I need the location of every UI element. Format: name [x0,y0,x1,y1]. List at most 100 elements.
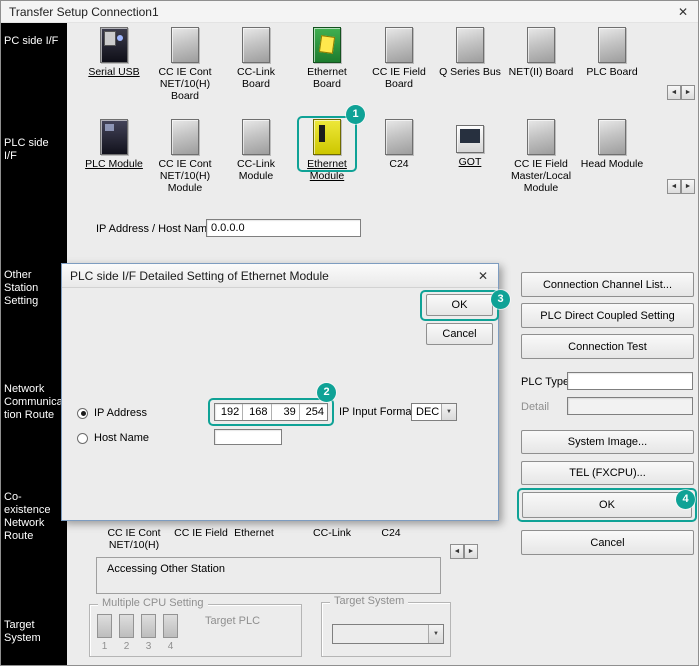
pc-item-cc-ie-field-board[interactable]: CC IE Field Board [366,27,432,90]
radio-selected-icon [77,408,88,419]
window-title: Transfer Setup Connection1 [9,5,159,19]
pc-item-cc-link-board[interactable]: CC-Link Board [223,27,289,90]
main-ok-button[interactable]: OK [522,492,692,518]
system-image-button[interactable]: System Image... [521,430,694,454]
cpu-slot-3-number: 3 [141,641,156,652]
plc-scroll-left-button[interactable]: ◄ [667,179,681,194]
ip-input-format-select[interactable]: DEC ▼ [411,403,457,421]
connection-test-button[interactable]: Connection Test [521,334,694,359]
pc-item-label: Q Series Bus [437,66,503,78]
pc-item-plc-board[interactable]: PLC Board [579,27,645,78]
multiple-cpu-setting-title: Multiple CPU Setting [98,597,208,609]
plc-item-c24[interactable]: C24 [366,119,432,170]
cpu-slot-4-number: 4 [163,641,178,652]
cpu-slot-1-icon [97,614,112,638]
modal-title: PLC side I/F Detailed Setting of Etherne… [70,269,329,283]
plc-item-label: C24 [366,158,432,170]
ip-octet-3[interactable]: 39 [272,404,300,420]
connection-channel-list-button[interactable]: Connection Channel List... [521,272,694,297]
net-route-label-ethernet: Ethernet [221,527,287,539]
pc-item-cc-ie-cont-board[interactable]: CC IE Cont NET/10(H) Board [152,27,218,102]
ethernet-module-icon [313,119,341,155]
pc-item-label: PLC Board [579,66,645,78]
sidebar-label-plc-side: PLC side I/F [4,137,64,163]
plc-item-label: Head Module [579,158,645,170]
cc-link-board-icon [242,27,270,63]
net-scroll-left-button[interactable]: ◄ [450,544,464,559]
target-system-title: Target System [330,595,408,607]
ip-input-format-value: DEC [416,406,439,418]
sidebar-label-network-route: Network Communication Route [4,383,64,422]
annotation-badge-4: 4 [676,490,695,509]
cc-link-module-icon [242,119,270,155]
accessing-other-station-label: Accessing Other Station [107,563,225,575]
plc-item-cc-ie-cont-module[interactable]: CC IE Cont NET/10(H) Module [152,119,218,194]
ip-octet-1[interactable]: 192 [215,404,243,420]
sidebar-label-target-system: Target System [4,619,64,645]
target-plc-label: Target PLC [205,615,260,627]
net-route-label-cc-ie-cont: CC IE Cont NET/10(H) [101,527,167,551]
head-module-icon [598,119,626,155]
dropdown-arrow-icon: ▼ [441,404,456,420]
modal-close-icon[interactable]: ✕ [468,264,498,288]
plc-type-field [567,372,693,390]
cc-ie-field-board-icon [385,27,413,63]
cpu-slot-1-number: 1 [97,641,112,652]
annotation-badge-2: 2 [317,383,336,402]
ip-address-host-name-field[interactable]: 0.0.0.0 [206,219,361,237]
ip-address-radio[interactable]: IP Address [77,407,147,419]
plc-item-label: CC-Link Module [223,158,289,182]
ip-octet-4[interactable]: 254 [300,404,327,420]
pc-item-net2-board[interactable]: NET(II) Board [508,27,574,78]
ethernet-board-icon [313,27,341,63]
c24-icon [385,119,413,155]
pc-item-serial-usb[interactable]: Serial USB [81,27,147,78]
sidebar-label-coexistence: Co-existence Network Route [4,491,64,543]
multiple-cpu-setting-group: Multiple CPU Setting 1 2 3 4 Target PLC [89,604,302,657]
ip-address-field[interactable]: 192 168 39 254 [214,403,328,421]
main-cancel-button[interactable]: Cancel [521,530,694,555]
pc-item-label: NET(II) Board [508,66,574,78]
plc-item-got[interactable]: GOT [437,119,503,168]
plc-scroll-right-button[interactable]: ► [681,179,695,194]
target-system-group: Target System ▼ [321,602,451,657]
plc-item-head-module[interactable]: Head Module [579,119,645,170]
pc-scroll-left-button[interactable]: ◄ [667,85,681,100]
cc-ie-cont-module-icon [171,119,199,155]
host-name-radio-label: Host Name [94,432,149,444]
plc-item-cc-link-module[interactable]: CC-Link Module [223,119,289,182]
plc-board-icon [598,27,626,63]
pc-item-label: CC-Link Board [223,66,289,90]
net-scroll-right-button[interactable]: ► [464,544,478,559]
host-name-radio[interactable]: Host Name [77,432,149,444]
q-series-bus-icon [456,27,484,63]
modal-ok-button[interactable]: OK [426,294,493,316]
pc-item-label: Ethernet Board [294,66,360,90]
modal-cancel-button[interactable]: Cancel [426,323,493,345]
host-name-field[interactable] [214,429,282,445]
plc-direct-coupled-setting-button[interactable]: PLC Direct Coupled Setting [521,303,694,328]
sidebar: PC side I/F PLC side I/F Other Station S… [1,23,67,665]
pc-scroll-right-button[interactable]: ► [681,85,695,100]
sidebar-label-pc-side: PC side I/F [4,35,64,48]
pc-item-q-series-bus[interactable]: Q Series Bus [437,27,503,78]
detail-label: Detail [521,401,549,413]
pc-item-ethernet-board[interactable]: Ethernet Board [294,27,360,90]
plc-item-plc-module[interactable]: PLC Module [81,119,147,170]
cpu-slot-4-icon [163,614,178,638]
plc-type-label: PLC Type [521,376,569,388]
cc-ie-cont-board-icon [171,27,199,63]
plc-item-ethernet-module[interactable]: Ethernet Module [294,119,360,182]
window-close-icon[interactable]: ✕ [668,1,698,23]
plc-item-cc-ie-field-master-local[interactable]: CC IE Field Master/Local Module [508,119,574,194]
detail-field [567,397,693,415]
ip-octet-2[interactable]: 168 [243,404,271,420]
accessing-other-station-box: Accessing Other Station [96,557,441,594]
transfer-setup-dialog: Transfer Setup Connection1 ✕ PC side I/F… [0,0,699,666]
tel-fxcpu-button[interactable]: TEL (FXCPU)... [521,461,694,485]
plc-side-detail-dialog: PLC side I/F Detailed Setting of Etherne… [61,263,499,521]
ip-address-host-name-label: IP Address / Host Name [96,223,213,235]
window-titlebar: Transfer Setup Connection1 ✕ [1,1,698,23]
plc-item-label: Ethernet Module [294,158,360,182]
annotation-badge-1: 1 [346,105,365,124]
